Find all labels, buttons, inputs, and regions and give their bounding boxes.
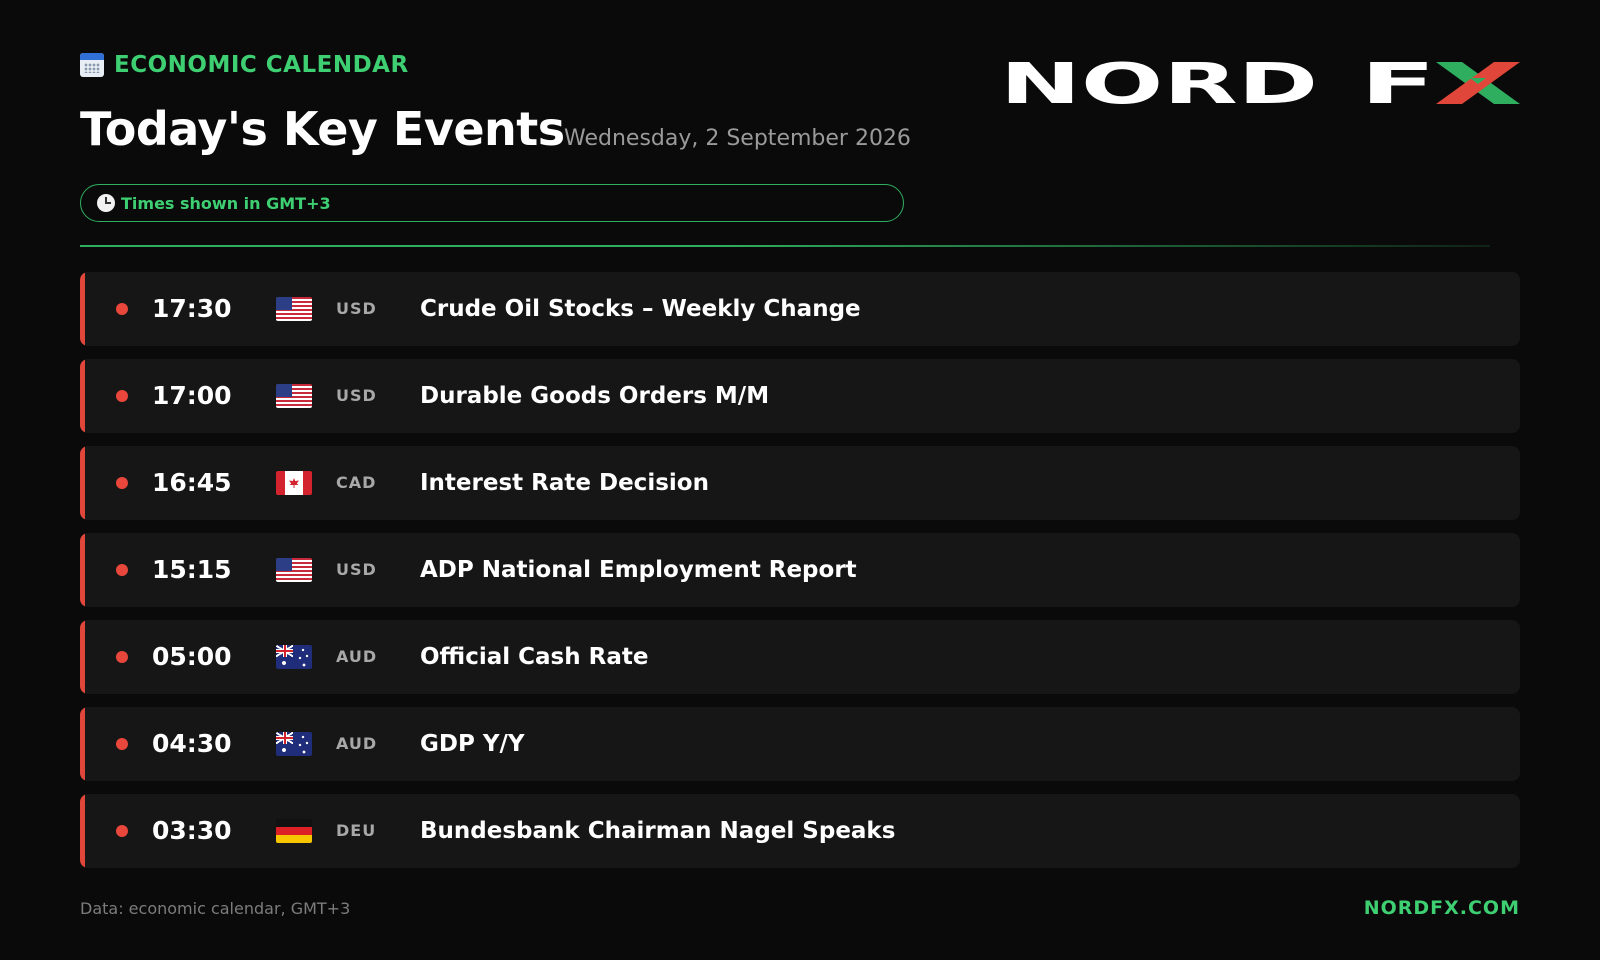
- event-time: 04:30: [152, 729, 232, 758]
- impact-dot: [116, 303, 128, 315]
- impact-dot: [116, 564, 128, 576]
- nordfx-logo: NORD F: [1000, 56, 1520, 110]
- event-name: GDP Y/Y: [420, 731, 525, 757]
- impact-dot: [116, 390, 128, 402]
- event-currency: DEU: [336, 821, 377, 840]
- impact-dot: [116, 738, 128, 750]
- event-row: 05:00 AUD Official Cash Rate: [80, 620, 1520, 694]
- header-divider: [80, 245, 1490, 247]
- event-time: 15:15: [152, 555, 232, 584]
- logo-x-mark: [1436, 62, 1520, 104]
- events-list: 17:30 USD Crude Oil Stocks – Weekly Chan…: [80, 272, 1520, 881]
- calendar-panel: ECONOMIC CALENDAR Today's Key Events Wed…: [80, 0, 1520, 960]
- event-row: 16:45 CAD Interest Rate Decision: [80, 446, 1520, 520]
- event-row: 03:30 DEU Bundesbank Chairman Nagel Spea…: [80, 794, 1520, 868]
- event-name: Durable Goods Orders M/M: [420, 383, 770, 409]
- logo-f-text: F: [1360, 56, 1436, 110]
- event-row: 17:00 USD Durable Goods Orders M/M: [80, 359, 1520, 433]
- timezone-label: Times shown in GMT+3: [121, 193, 331, 213]
- page-title: Today's Key Events: [80, 102, 565, 156]
- event-currency: AUD: [336, 647, 378, 666]
- australia-flag-icon: [276, 732, 312, 756]
- event-name: Interest Rate Decision: [420, 470, 709, 496]
- event-name: Crude Oil Stocks – Weekly Change: [420, 296, 861, 322]
- event-time: 05:00: [152, 642, 232, 671]
- event-name: ADP National Employment Report: [420, 557, 857, 583]
- event-currency: CAD: [336, 473, 377, 492]
- impact-dot: [116, 477, 128, 489]
- timezone-badge: Times shown in GMT+3: [80, 184, 904, 222]
- event-row: 15:15 USD ADP National Employment Report: [80, 533, 1520, 607]
- footer-note: Data: economic calendar, GMT+3: [80, 899, 351, 918]
- impact-dot: [116, 825, 128, 837]
- us-flag-icon: [276, 558, 312, 582]
- germany-flag-icon: [276, 819, 312, 843]
- us-flag-icon: [276, 297, 312, 321]
- footer-brand-link[interactable]: NORDFX.COM: [1364, 897, 1520, 919]
- event-row: 04:30 AUD GDP Y/Y: [80, 707, 1520, 781]
- logo-nord-text: NORD: [1000, 56, 1318, 110]
- brand-logo: NORD F: [1000, 56, 1520, 110]
- event-time: 17:30: [152, 294, 232, 323]
- event-name: Bundesbank Chairman Nagel Speaks: [420, 818, 896, 844]
- impact-dot: [116, 651, 128, 663]
- event-currency: USD: [336, 386, 377, 405]
- australia-flag-icon: [276, 645, 312, 669]
- canada-flag-icon: [276, 471, 312, 495]
- event-time: 17:00: [152, 381, 232, 410]
- kicker-label: ECONOMIC CALENDAR: [114, 52, 409, 78]
- date-label: Wednesday, 2 September 2026: [564, 126, 911, 151]
- event-time: 03:30: [152, 816, 232, 845]
- calendar-icon: [80, 53, 104, 77]
- event-currency: AUD: [336, 734, 378, 753]
- clock-icon: [97, 194, 115, 212]
- section-kicker: ECONOMIC CALENDAR: [80, 52, 409, 78]
- us-flag-icon: [276, 384, 312, 408]
- event-row: 17:30 USD Crude Oil Stocks – Weekly Chan…: [80, 272, 1520, 346]
- event-name: Official Cash Rate: [420, 644, 649, 670]
- event-currency: USD: [336, 560, 377, 579]
- event-time: 16:45: [152, 468, 232, 497]
- event-currency: USD: [336, 299, 377, 318]
